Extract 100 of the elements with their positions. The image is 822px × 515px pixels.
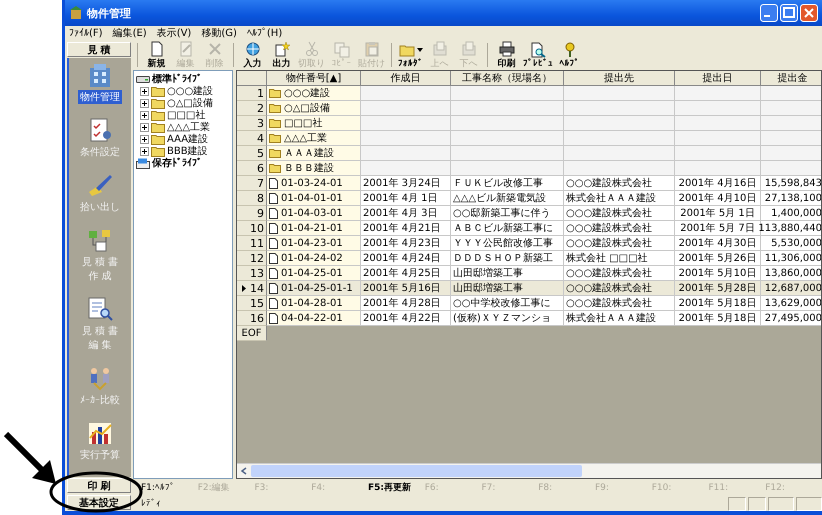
folder-icon [151, 98, 165, 108]
magnifier-document-icon[interactable] [86, 296, 114, 322]
expand-icon[interactable] [140, 86, 149, 96]
tree-item[interactable]: ○△□設備 [167, 96, 213, 110]
table-cell-text: ○○邸新築工事に伴う [453, 206, 550, 220]
table-row[interactable]: 16 04-04-22-01 2001年 4月22日 (仮称)ＸＹＺマンショ 株式会社ＡＡＡ建設 2001年 5月18日 27,495,000 [237, 311, 821, 326]
column-header[interactable]: 物件番号[▲] [267, 71, 361, 86]
expand-icon[interactable] [140, 110, 149, 120]
table-cell-text: 2001年 4月24日 [363, 252, 441, 265]
document-icon [269, 268, 278, 278]
toolbar-button[interactable]: 出力 [267, 40, 296, 70]
bar-chart-icon[interactable] [86, 420, 114, 446]
table-cell-text: ＡＡＡ建設 [284, 146, 334, 160]
drive-icon [136, 74, 150, 84]
table-cell-text: 2001年 5月10日 [678, 267, 756, 280]
tree-item[interactable]: □□□社 [167, 108, 206, 122]
table-row[interactable]: 15 01-04-28-01 2001年 4月28日 ○○中学校改修工事に ○○○建設株式会社 2001年 5月18日 13,629,000 [237, 296, 821, 311]
table-cell-text: 株式会社ＡＡＡ建設 [566, 312, 656, 325]
table-cell-text: 2001年 5月18日 [678, 312, 756, 325]
corner-cell [237, 71, 267, 86]
row-number: 9 [257, 206, 264, 220]
tree-item[interactable]: BBB建設 [167, 144, 208, 158]
table-row[interactable]: 4 △△△工業 [237, 131, 821, 146]
toolbar-button[interactable]: ﾌﾟﾚﾋﾞｭ [521, 42, 555, 68]
row-number: 10 [250, 222, 264, 234]
column-header[interactable]: 工事名称（現場名） [451, 71, 564, 86]
expand-icon[interactable] [140, 98, 149, 108]
tree-item[interactable]: AAA建設 [167, 132, 208, 146]
navigation-item[interactable]: 物件管理 [78, 90, 122, 104]
row-number: 7 [257, 176, 264, 190]
column-header[interactable]: 提出金 [761, 71, 821, 86]
expand-icon[interactable] [140, 146, 149, 156]
tree-item[interactable]: 標準ﾄﾞﾗｲﾌﾞ [152, 72, 202, 86]
menu-item[interactable]: ﾍﾙﾌﾟ(H) [246, 27, 282, 39]
table-row[interactable]: 11 01-04-23-01 2001年 4月23日 ＹＹＹ公民館改修工事 ○○○建設株式会社 2001年 4月30日 5,530,000 [237, 236, 821, 251]
expand-icon[interactable] [140, 122, 149, 132]
menu-item[interactable]: ﾌｧｲﾙ(F) [69, 27, 103, 39]
table-cell-text: ＤＤＤＳＨＯＰ新築工 [453, 252, 553, 265]
minimize-icon[interactable] [760, 4, 778, 22]
table-row[interactable]: 12 01-04-24-02 2001年 4月24日 ＤＤＤＳＨＯＰ新築工 株式会社 □□□社 2001年 5月26日 11,306,000 [237, 251, 821, 266]
folder-icon [151, 122, 165, 132]
document-icon [269, 208, 278, 218]
menu-item[interactable]: 編集(E) [112, 26, 147, 40]
table-row[interactable]: 13 01-04-25-01 2001年 4月25日 山田邸増築工事 ○○○建設株式会社 2001年 5月10日 13,860,000 [237, 266, 821, 281]
document-icon [269, 238, 278, 248]
table-cell: 113,880,440 [758, 222, 821, 234]
table-row[interactable]: 14 01-04-25-01-1 2001年 5月16日 山田邸増築工事 ○○○建設株式会社 2001年 5月28日 12,687,000 [237, 281, 821, 296]
column-header[interactable]: 提出先 [564, 71, 675, 86]
table-cell-text: 2001年 4月22日 [363, 312, 441, 325]
table-cell-text: 2001年 4月21日 [363, 222, 441, 235]
folder-icon [269, 163, 281, 173]
row-number: 14 [250, 282, 264, 294]
pen-icon[interactable] [86, 172, 114, 198]
folder-icon [269, 103, 281, 113]
function-key[interactable]: F5:再更新 [368, 481, 425, 494]
scroll-left-icon[interactable] [240, 467, 248, 475]
column-header[interactable]: 作成日 [361, 71, 451, 86]
column-header[interactable]: 提出日 [675, 71, 761, 86]
expand-icon[interactable] [140, 134, 149, 144]
table-cell-text: 2001年 4月25日 [363, 267, 441, 280]
function-key[interactable]: F1:ﾍﾙﾌﾟ [141, 482, 198, 493]
table-cell-text: 2001年 4月16日 [678, 177, 756, 190]
maximize-icon[interactable] [780, 4, 798, 22]
table-row[interactable]: 3 □□□社 [237, 116, 821, 131]
table-row[interactable]: 6 ＢＢＢ建設 [237, 161, 821, 176]
toolbar-button[interactable]: ﾌｫﾙﾀﾞ [396, 42, 425, 68]
table-row[interactable]: 9 01-04-03-01 2001年 4月 3日 ○○邸新築工事に伴う ○○○建設株式会社 2001年 5月 1日 1,400,000 [237, 206, 821, 221]
table-row[interactable]: 10 01-04-21-01 2001年 4月21日 ＡＢＣビル新築工事に ○○○建設株式会社 2001年 5月 7日 113,880,440 [237, 221, 821, 236]
menu-item[interactable]: 表示(V) [156, 26, 192, 40]
table-cell-text: 山田邸増築工事 [453, 266, 523, 280]
toolbar-button[interactable]: 入力 [238, 40, 267, 70]
table-row[interactable]: 7 01-03-24-01 2001年 3月24日 ＦＵＫビル改修工事 ○○○建設株式会社 2001年 4月16日 15,598,843 [237, 176, 821, 191]
tree-item[interactable]: ○○○建設 [167, 84, 214, 98]
table-cell: 01-04-24-02 [281, 252, 343, 264]
document-icon [269, 178, 278, 188]
estimate-button[interactable]: 見 積 [67, 42, 131, 57]
folder-icon [151, 134, 165, 144]
toolbar-button[interactable]: 新規 [142, 40, 171, 70]
tree-item[interactable]: △△△工業 [167, 120, 210, 134]
row-number: 13 [250, 266, 264, 280]
toolbar-button[interactable]: 印刷 [492, 40, 521, 70]
folder-icon [269, 133, 281, 143]
toolbar-button[interactable]: ﾍﾙﾌﾟ [555, 42, 584, 68]
globe-icon [244, 40, 260, 56]
app-icon [69, 6, 83, 20]
document-icon [269, 312, 278, 324]
folder-icon [269, 148, 281, 158]
table-row[interactable]: 2 ○△□設備 [237, 101, 821, 116]
horizontal-scrollbar[interactable] [237, 463, 821, 478]
table-cell-text: ○○○建設株式会社 [566, 236, 652, 250]
menu-item[interactable]: 移動(G) [201, 26, 237, 40]
table-cell-text: ○○○建設株式会社 [566, 176, 652, 190]
document-icon [269, 252, 278, 264]
sidebar-button[interactable]: 印 刷 [67, 478, 131, 493]
table-row[interactable]: 8 01-04-01-01 2001年 4月 1日 △△△ビル新築電気設 株式会社ＡＡＡ建設 2001年 4月10日 27,138,100 [237, 191, 821, 206]
table-row[interactable]: 5 ＡＡＡ建設 [237, 146, 821, 161]
tree-item[interactable]: 保存ﾄﾞﾗｲﾌﾞ [152, 156, 202, 170]
status-pane [768, 496, 794, 510]
table-row[interactable]: 1 ○○○建設 [237, 86, 821, 101]
close-icon[interactable] [800, 4, 818, 22]
